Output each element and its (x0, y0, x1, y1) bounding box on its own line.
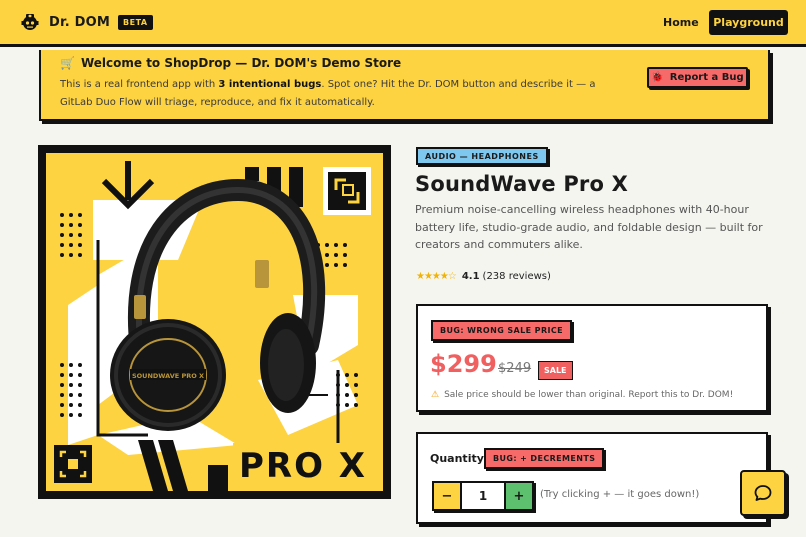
banner-title-row: 🛒 Welcome to ShopDrop — Dr. DOM's Demo S… (60, 56, 401, 70)
quantity-value[interactable]: 1 (462, 483, 504, 509)
current-price: $299 (430, 350, 497, 378)
bug-tag-sale-price: BUG: WRONG SALE PRICE (431, 320, 573, 341)
sale-badge: SALE (538, 361, 573, 380)
report-bug-button[interactable]: 🐞 Report a Bug (647, 67, 748, 88)
report-bug-label: Report a Bug (669, 72, 744, 83)
price-warning: ⚠ Sale price should be lower than origin… (431, 390, 733, 400)
quantity-card: Quantity BUG: + DECREMENTS − 1 + (Try cl… (416, 432, 768, 524)
quantity-hint: (Try clicking + — it goes down!) (540, 489, 700, 500)
bug-tag-decrements: BUG: + DECREMENTS (484, 448, 605, 469)
increment-button[interactable]: + (504, 483, 532, 509)
quantity-label: Quantity (430, 452, 484, 465)
star-rating-icon: ★★★★☆ (416, 271, 457, 282)
beta-badge: BETA (118, 14, 153, 30)
bug-icon: 🐞 (651, 72, 664, 83)
banner-text-bold: 3 intentional bugs (218, 79, 322, 90)
product-image: SOUNDWAVE PRO X PRO X (38, 145, 391, 499)
headphone-brand-text: SOUNDWAVE PRO X (132, 372, 204, 380)
pro-x-label: PRO X (239, 446, 367, 486)
chat-bubble-icon (754, 485, 772, 501)
original-price: $249 (498, 361, 532, 376)
rating-row: ★★★★☆ 4.1 (238 reviews) (416, 271, 551, 282)
rating-score: 4.1 (461, 271, 480, 282)
brand-logo[interactable]: Dr. DOM BETA (20, 12, 153, 32)
doctor-bot-icon (21, 14, 39, 30)
banner-description: This is a real frontend app with 3 inten… (60, 76, 620, 112)
product-title: SoundWave Pro X (415, 172, 628, 196)
decrement-button[interactable]: − (434, 483, 462, 509)
chat-fab-button[interactable] (740, 470, 786, 516)
top-navbar: Dr. DOM BETA Home Playground (0, 0, 806, 47)
quantity-stepper: − 1 + (432, 481, 534, 511)
banner-title: Welcome to ShopDrop — Dr. DOM's Demo Sto… (80, 56, 402, 70)
category-badge: AUDIO — HEADPHONES (416, 147, 548, 165)
price-card: BUG: WRONG SALE PRICE $299 $249 SALE ⚠ S… (416, 304, 768, 412)
cart-icon: 🛒 (60, 56, 75, 70)
welcome-banner: 🛒 Welcome to ShopDrop — Dr. DOM's Demo S… (39, 50, 770, 121)
banner-text-start: This is a real frontend app with (60, 79, 219, 90)
brand-name: Dr. DOM (49, 14, 110, 30)
warning-icon: ⚠ (431, 390, 440, 400)
review-count: (238 reviews) (482, 271, 551, 282)
product-description: Premium noise-cancelling wireless headph… (415, 203, 763, 251)
product-illustration: SOUNDWAVE PRO X PRO X (46, 153, 383, 491)
nav-home-link[interactable]: Home (663, 16, 699, 29)
price-warning-text: Sale price should be lower than original… (444, 390, 734, 400)
nav-playground-button[interactable]: Playground (709, 10, 788, 35)
